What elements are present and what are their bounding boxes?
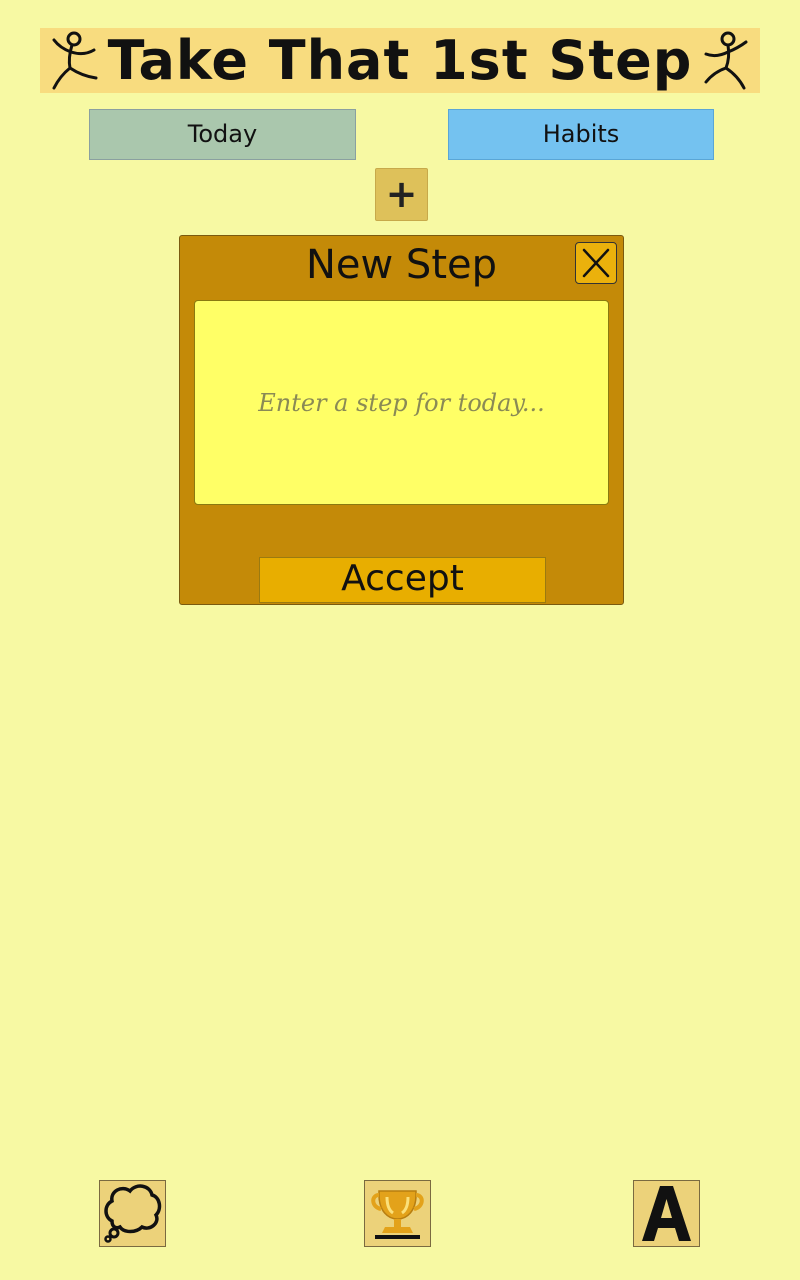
- app-title: Take That 1st Step: [107, 29, 693, 92]
- thoughts-button[interactable]: [99, 1180, 166, 1247]
- thought-bubble-icon: [104, 1184, 162, 1243]
- accept-button[interactable]: Accept: [259, 557, 546, 603]
- stick-figure-icon: [704, 31, 748, 90]
- dialog-title: New Step: [305, 242, 498, 288]
- new-step-dialog: New Step Accept: [179, 235, 624, 605]
- font-settings-button[interactable]: [633, 1180, 700, 1247]
- add-step-button[interactable]: +: [375, 168, 428, 221]
- step-input[interactable]: [194, 300, 609, 505]
- tab-habits[interactable]: Habits: [448, 109, 714, 160]
- font-letter-a-icon: [642, 1186, 691, 1241]
- close-icon: [582, 248, 610, 278]
- achievements-button[interactable]: [364, 1180, 431, 1247]
- trophy-icon: [371, 1190, 424, 1239]
- close-button[interactable]: [575, 242, 617, 284]
- tab-today[interactable]: Today: [89, 109, 356, 160]
- app-header: Take That 1st Step: [40, 28, 760, 93]
